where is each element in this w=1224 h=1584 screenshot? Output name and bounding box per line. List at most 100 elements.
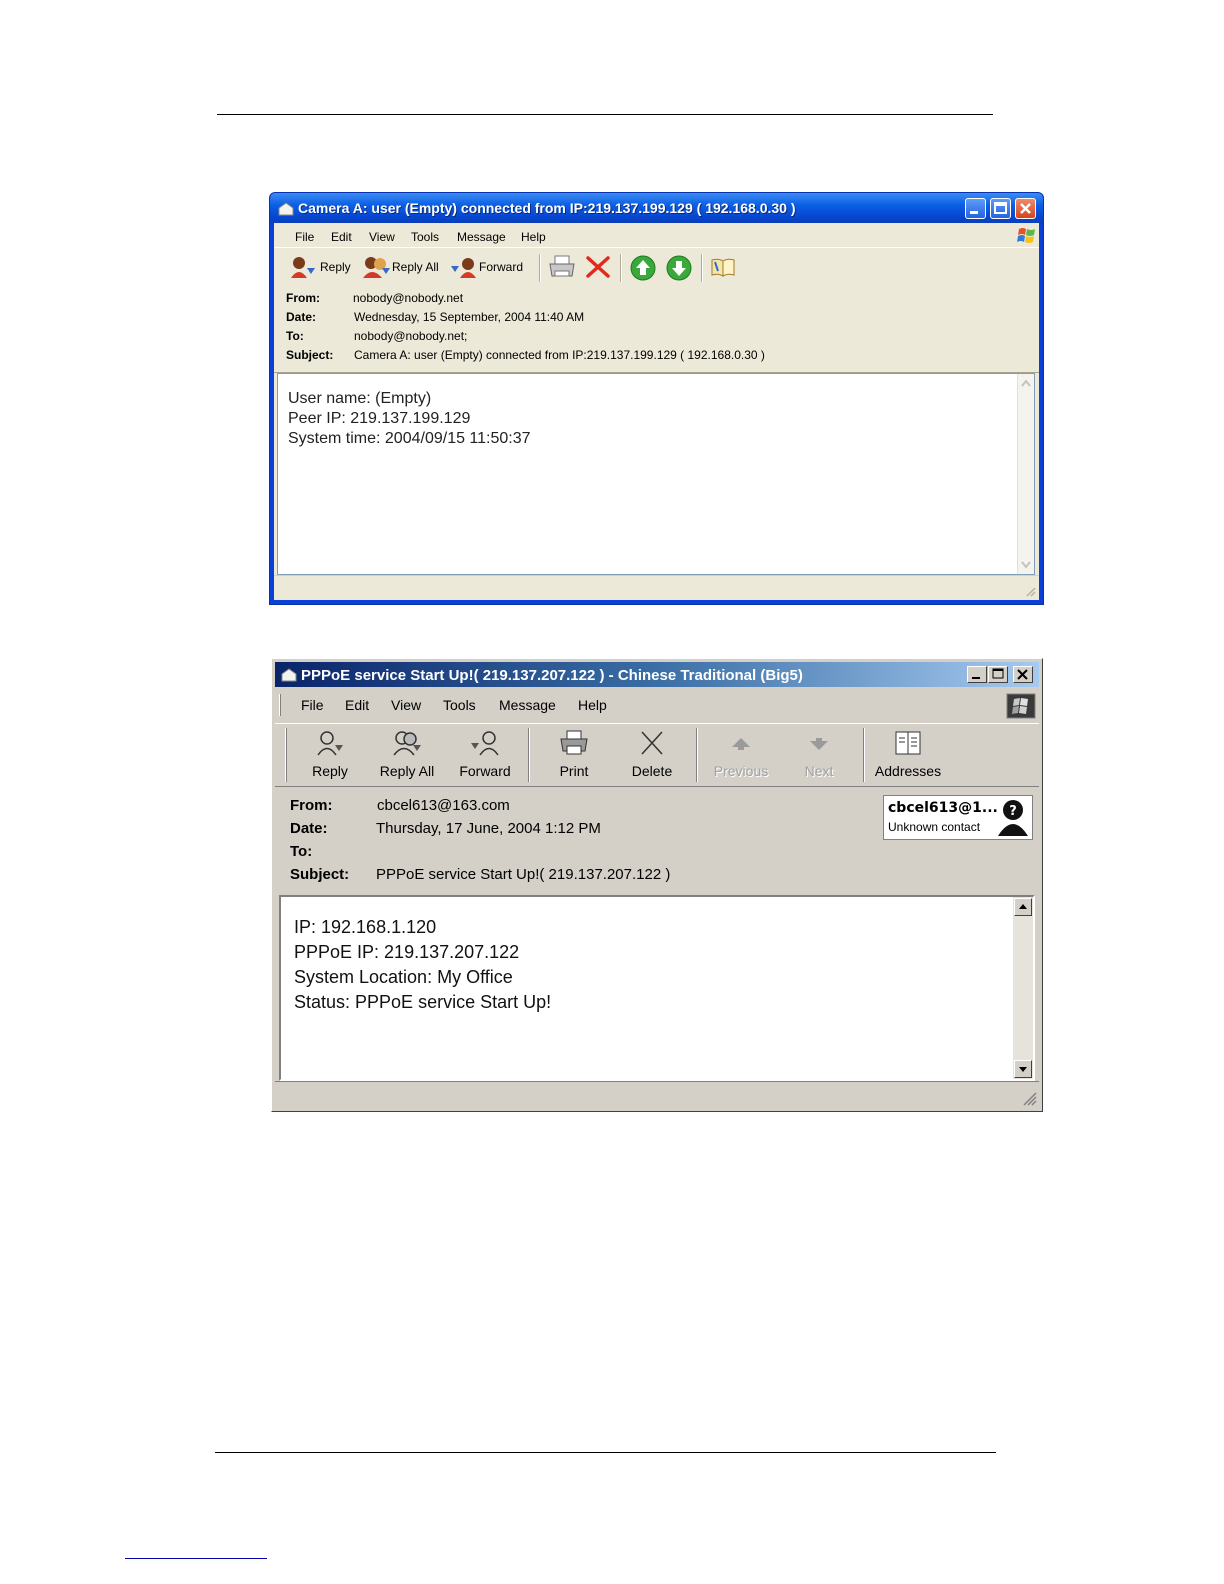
envelope-icon <box>278 202 294 216</box>
forward-button[interactable]: Forward <box>450 728 520 782</box>
reply-all-button[interactable]: Reply All <box>372 728 442 782</box>
forward-label: Forward <box>479 260 524 274</box>
forward-button[interactable]: Forward <box>450 256 530 278</box>
envelope-icon <box>281 668 297 682</box>
print-icon[interactable] <box>548 254 576 280</box>
menu-message[interactable]: Message <box>457 230 506 244</box>
top-rule <box>217 114 993 115</box>
menu-tools[interactable]: Tools <box>411 230 439 244</box>
contact-status: Unknown contact <box>888 820 981 834</box>
scroll-down-button[interactable] <box>1014 1060 1032 1078</box>
minimize-button[interactable] <box>967 666 987 683</box>
resize-grip-icon[interactable] <box>1021 1090 1037 1106</box>
menu-bar: File Edit View Tools Message Help <box>275 691 1039 719</box>
window-title-bar[interactable]: Camera A: user (Empty) connected from IP… <box>270 193 1043 223</box>
scroll-up-icon[interactable] <box>1020 377 1032 389</box>
contact-card[interactable]: cbcel613@1... Unknown contact ? <box>883 795 1033 840</box>
date-label: Date: <box>286 310 317 324</box>
scroll-down-icon <box>1019 1067 1027 1072</box>
toolbar-separator <box>620 254 622 282</box>
close-button[interactable] <box>1013 666 1033 683</box>
toolbar-separator <box>539 254 541 282</box>
next-icon[interactable] <box>665 254 693 282</box>
reply-all-button[interactable]: Reply All <box>362 256 442 278</box>
subject-value: PPPoE service Start Up!( 219.137.207.122… <box>376 866 671 883</box>
window-title: Camera A: user (Empty) connected from IP… <box>298 200 796 216</box>
next-button[interactable]: Next <box>784 728 854 782</box>
scroll-up-button[interactable] <box>1014 898 1032 916</box>
message-body[interactable]: IP: 192.168.1.120 PPPoE IP: 219.137.207.… <box>279 895 1035 1081</box>
toolbar: Reply Reply All Forward <box>274 248 1039 286</box>
print-label: Print <box>559 763 589 779</box>
close-button[interactable] <box>1015 198 1036 219</box>
menu-tools[interactable]: Tools <box>443 697 476 713</box>
scroll-down-icon[interactable] <box>1020 559 1032 571</box>
menu-message[interactable]: Message <box>499 697 556 713</box>
reply-button[interactable]: Reply <box>289 256 351 278</box>
forward-icon <box>471 731 499 756</box>
menu-edit[interactable]: Edit <box>331 230 352 244</box>
window-title-bar[interactable]: PPPoE service Start Up!( 219.137.207.122… <box>275 662 1039 687</box>
address-book-icon[interactable] <box>709 256 737 278</box>
message-body[interactable]: User name: (Empty) Peer IP: 219.137.199.… <box>277 373 1035 575</box>
windows-logo-icon <box>1017 228 1035 243</box>
previous-button[interactable]: Previous <box>706 728 776 782</box>
message-text: IP: 192.168.1.120 PPPoE IP: 219.137.207.… <box>294 915 551 1015</box>
reply-all-icon <box>363 257 390 278</box>
toolbar: Reply Reply All Forward Print Delete Pre… <box>275 723 1039 787</box>
minimize-button[interactable] <box>965 198 986 219</box>
maximize-button[interactable] <box>988 666 1008 683</box>
menu-view[interactable]: View <box>369 230 395 244</box>
reply-button[interactable]: Reply <box>295 728 365 782</box>
menu-help[interactable]: Help <box>521 230 546 244</box>
menu-edit[interactable]: Edit <box>345 697 369 713</box>
delete-label: Delete <box>631 763 673 779</box>
to-label: To: <box>286 329 304 343</box>
body-line: Status: PPPoE service Start Up! <box>294 992 552 1012</box>
close-icon <box>1020 203 1031 214</box>
toolbar-separator <box>863 728 865 782</box>
date-value: Wednesday, 15 September, 2004 11:40 AM <box>354 310 585 324</box>
delete-button[interactable]: Delete <box>617 728 687 782</box>
menu-view[interactable]: View <box>391 697 421 713</box>
print-button[interactable]: Print <box>539 728 609 782</box>
from-value: nobody@nobody.net <box>353 291 464 305</box>
toolbar-separator <box>701 254 703 282</box>
toolbar-separator <box>696 728 698 782</box>
vertical-scrollbar[interactable] <box>1013 897 1033 1079</box>
body-line: User name: (Empty) <box>288 390 432 407</box>
menu-file[interactable]: File <box>295 230 314 244</box>
menu-help[interactable]: Help <box>578 697 607 713</box>
maximize-button[interactable] <box>990 198 1011 219</box>
minimize-icon <box>970 211 978 214</box>
addresses-label: Addresses <box>874 763 942 779</box>
resize-grip-icon[interactable] <box>1024 585 1036 597</box>
to-label: To: <box>290 843 313 860</box>
previous-arrow-icon <box>732 738 750 750</box>
close-icon <box>1017 669 1028 680</box>
body-line: PPPoE IP: 219.137.207.122 <box>294 942 520 962</box>
reply-label: Reply <box>312 763 348 779</box>
message-header: From: nobody@nobody.net Date: Wednesday,… <box>274 286 1039 373</box>
email-window-pppoe-startup: PPPoE service Start Up!( 219.137.207.122… <box>271 658 1043 1112</box>
window-title: PPPoE service Start Up!( 219.137.207.122… <box>301 667 803 684</box>
maximize-icon <box>994 202 1007 214</box>
subject-label: Subject: <box>286 348 334 362</box>
delete-icon <box>641 731 663 755</box>
vertical-scrollbar[interactable] <box>1017 374 1034 574</box>
reply-icon <box>317 731 343 756</box>
forward-icon <box>451 258 476 278</box>
scroll-up-icon <box>1019 904 1027 909</box>
from-value: cbcel613@163.com <box>377 797 510 814</box>
subject-value: Camera A: user (Empty) connected from IP… <box>354 348 765 362</box>
unknown-contact-avatar-icon: ? <box>998 800 1028 836</box>
message-text: User name: (Empty) Peer IP: 219.137.199.… <box>288 389 531 449</box>
forward-label: Forward <box>459 763 511 779</box>
delete-icon[interactable] <box>585 255 611 279</box>
date-value: Thursday, 17 June, 2004 1:12 PM <box>376 820 601 837</box>
contact-name: cbcel613@1... <box>888 800 998 816</box>
previous-icon[interactable] <box>629 254 657 282</box>
addresses-button[interactable]: Addresses <box>873 728 943 782</box>
menu-file[interactable]: File <box>301 697 324 713</box>
status-bar <box>274 575 1039 600</box>
